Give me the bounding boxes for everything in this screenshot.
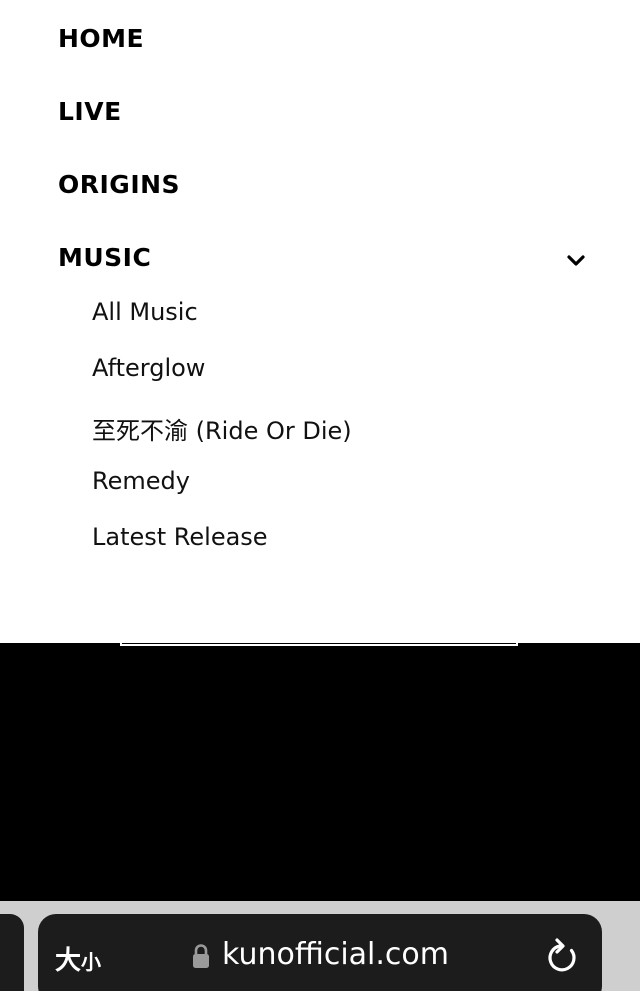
text-size-button[interactable]: 大小 <box>55 940 101 977</box>
submenu-item-ride-or-die[interactable]: 至死不渝 (Ride Or Die) <box>92 411 352 446</box>
chevron-down-icon[interactable] <box>563 250 589 272</box>
submenu-item-all-music[interactable]: All Music <box>92 298 198 326</box>
navigation-menu: HOME LIVE ORIGINS MUSIC All Music Afterg… <box>0 0 640 643</box>
lock-icon <box>193 944 209 968</box>
text-size-small-glyph: 小 <box>81 950 102 974</box>
nav-item-music[interactable]: MUSIC <box>58 243 151 272</box>
text-size-large-glyph: 大 <box>55 946 82 976</box>
nav-item-live[interactable]: LIVE <box>58 97 122 126</box>
nav-item-origins[interactable]: ORIGINS <box>58 170 180 199</box>
reload-icon[interactable] <box>544 936 580 976</box>
nav-item-home[interactable]: HOME <box>58 24 144 53</box>
submenu-item-latest-release[interactable]: Latest Release <box>92 523 268 551</box>
previous-tab-preview[interactable] <box>0 914 24 991</box>
page: HOME LIVE ORIGINS MUSIC All Music Afterg… <box>0 0 640 991</box>
submenu-item-afterglow[interactable]: Afterglow <box>92 354 205 382</box>
background-content-box <box>120 630 518 646</box>
url-text[interactable]: kunofficial.com <box>222 937 449 972</box>
submenu-item-remedy[interactable]: Remedy <box>92 467 190 495</box>
